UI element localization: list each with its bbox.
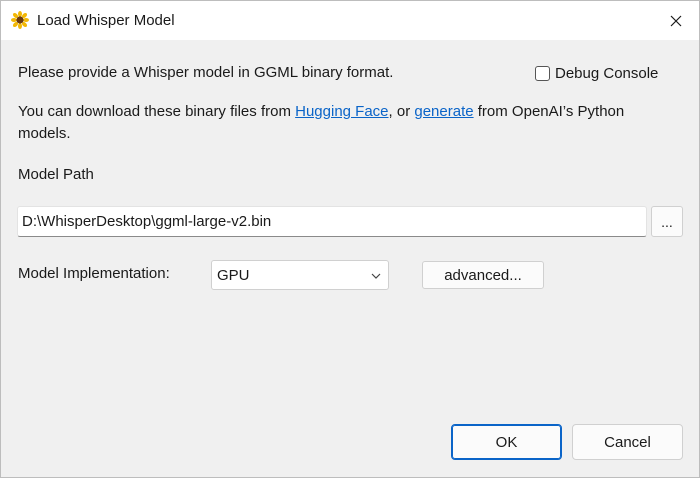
chevron-down-icon <box>371 273 381 279</box>
load-model-dialog: Load Whisper Model Please provide a Whis… <box>0 0 700 478</box>
ok-button[interactable]: OK <box>451 424 562 460</box>
download-info-line2: models. <box>18 125 71 142</box>
browse-button[interactable]: ... <box>651 206 683 237</box>
download-info: You can download these binary files from… <box>18 103 624 120</box>
debug-console-label[interactable]: Debug Console <box>555 65 658 82</box>
download-middle: , or <box>388 103 415 120</box>
model-path-label: Model Path <box>18 166 94 183</box>
debug-console-checkbox[interactable] <box>535 65 550 81</box>
cancel-button[interactable]: Cancel <box>572 424 683 460</box>
implementation-selected-value: GPU <box>217 266 250 284</box>
model-path-input[interactable] <box>17 206 647 237</box>
close-button[interactable] <box>653 1 699 40</box>
intro-text: Please provide a Whisper model in GGML b… <box>18 64 394 81</box>
generate-link[interactable]: generate <box>414 103 473 120</box>
download-suffix: from OpenAI’s Python <box>473 103 625 120</box>
close-icon <box>670 15 682 26</box>
advanced-button[interactable]: advanced... <box>422 261 544 289</box>
hugging-face-link[interactable]: Hugging Face <box>295 103 388 120</box>
implementation-label: Model Implementation: <box>18 265 170 282</box>
title-bar[interactable]: Load Whisper Model <box>1 1 699 40</box>
debug-console-toggle[interactable]: Debug Console <box>535 63 658 83</box>
sunflower-icon <box>11 11 29 29</box>
download-prefix: You can download these binary files from <box>18 103 296 120</box>
window-title: Load Whisper Model <box>37 12 175 29</box>
implementation-select[interactable]: GPU <box>211 260 389 290</box>
